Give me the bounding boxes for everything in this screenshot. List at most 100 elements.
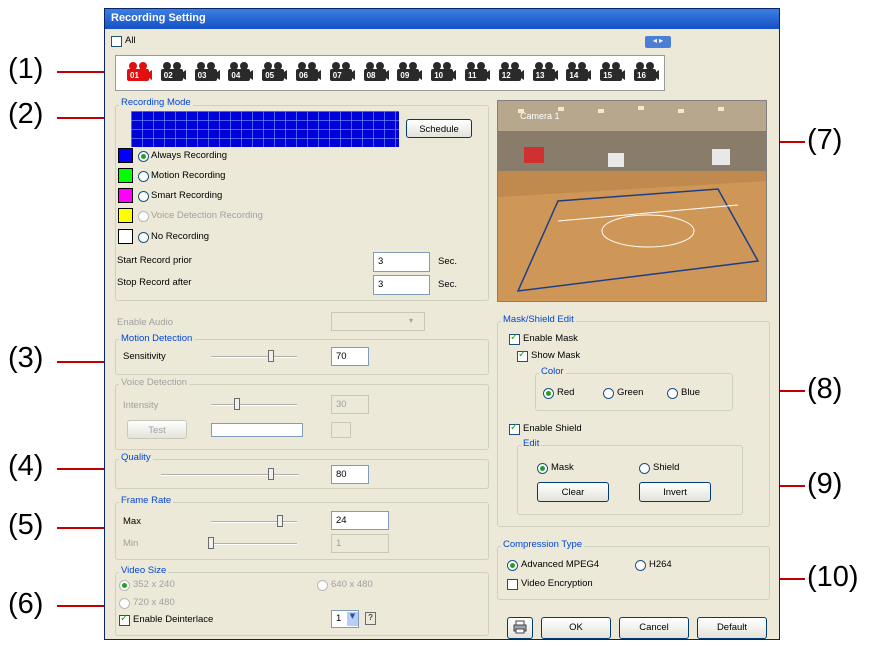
color-blue-radio[interactable] [667, 388, 678, 399]
h264-radio[interactable] [635, 560, 646, 571]
help-icon[interactable]: ? [365, 612, 376, 625]
always-color-swatch [118, 148, 133, 163]
callout-1: (1) [8, 53, 44, 85]
enable-mask-label: Enable Mask [523, 333, 578, 344]
enable-deinterlace-label: Enable Deinterlace [133, 614, 214, 625]
voice-detection-group [115, 384, 489, 450]
color-red-radio[interactable] [543, 388, 554, 399]
camera-04-button[interactable]: 04 [225, 61, 254, 85]
camera-12-button[interactable]: 12 [496, 61, 524, 85]
deinterlace-chevron-down-icon[interactable]: ▼ [347, 612, 358, 626]
color-green-radio[interactable] [603, 388, 614, 399]
camera-16-button[interactable]: 16 [631, 61, 659, 85]
camera-15-button[interactable]: 15 [597, 61, 626, 85]
camera-number: 13 [535, 71, 545, 80]
start-record-prior-input[interactable]: 3 [373, 252, 430, 272]
quality-value[interactable]: 80 [331, 465, 369, 484]
max-slider-thumb[interactable] [276, 515, 283, 527]
intensity-slider-thumb[interactable] [233, 398, 240, 410]
show-mask-checkbox[interactable] [517, 349, 528, 362]
stop-record-after-input[interactable]: 3 [373, 275, 430, 295]
callout-6: (6) [8, 588, 44, 620]
camera-11-button[interactable]: 11 [462, 61, 490, 85]
schedule-button[interactable]: Schedule [406, 119, 472, 138]
sensitivity-slider-thumb[interactable] [268, 350, 275, 362]
camera-07-button[interactable]: 07 [327, 61, 355, 85]
voice-recording-label: Voice Detection Recording [151, 210, 263, 221]
camera-number: 16 [637, 71, 646, 80]
frame-rate-label: Frame Rate [119, 495, 174, 506]
camera-01-button[interactable]: 01 [124, 61, 152, 85]
all-checkbox[interactable] [111, 36, 122, 47]
audio-chevron-down-icon[interactable]: ▾ [409, 316, 413, 325]
edit-shield-radio[interactable] [639, 463, 650, 474]
always-recording-radio[interactable] [138, 151, 149, 162]
voice-recording-radio[interactable] [138, 211, 149, 222]
min-slider-thumb[interactable] [208, 537, 214, 549]
callout-7: (7) [807, 124, 843, 156]
enable-shield-checkbox[interactable] [509, 422, 520, 435]
camera-number: 03 [197, 71, 207, 80]
intensity-slider-track[interactable] [211, 404, 297, 406]
smart-recording-radio[interactable] [138, 191, 149, 202]
frame-rate-min-value[interactable]: 1 [331, 534, 389, 553]
camera-09-button[interactable]: 09 [394, 61, 423, 85]
callout-5: (5) [8, 509, 44, 541]
start-sec-unit: Sec. [438, 256, 458, 267]
video-size-720-radio[interactable] [119, 598, 130, 609]
quality-slider-thumb[interactable] [268, 468, 275, 480]
video-size-label: Video Size [119, 565, 169, 576]
camera-02-button[interactable]: 02 [158, 61, 186, 85]
camera-nav-arrows-icon[interactable]: ◂ ▸ [645, 36, 671, 48]
printer-icon[interactable] [507, 617, 533, 639]
camera-number: 12 [501, 71, 511, 80]
window-title: Recording Setting [105, 9, 779, 29]
default-button[interactable]: Default [697, 617, 767, 639]
no-recording-radio[interactable] [138, 232, 149, 243]
clear-button[interactable]: Clear [537, 482, 609, 502]
invert-button[interactable]: Invert [639, 482, 711, 502]
sensitivity-slider-track[interactable] [211, 356, 297, 358]
edit-mask-radio[interactable] [537, 463, 548, 474]
voice-color-swatch [118, 208, 133, 223]
camera-preview[interactable]: Camera 1 [497, 100, 767, 302]
intensity-value[interactable]: 30 [331, 395, 369, 414]
advanced-mpeg4-radio[interactable] [507, 560, 518, 571]
camera-05-button[interactable]: 05 [259, 61, 288, 85]
video-size-640-radio[interactable] [317, 580, 328, 591]
enable-shield-label: Enable Shield [523, 423, 582, 434]
camera-number: 11 [468, 71, 477, 80]
camera-10-button[interactable]: 10 [428, 61, 457, 85]
ok-button[interactable]: OK [541, 617, 611, 639]
min-slider-track[interactable] [211, 543, 297, 545]
video-size-720-label: 720 x 480 [133, 597, 175, 608]
edit-shield-label: Shield [653, 462, 680, 473]
gym-preview-image [498, 101, 766, 301]
camera-08-button[interactable]: 08 [361, 61, 389, 85]
sensitivity-value[interactable]: 70 [331, 347, 369, 366]
color-label: Color [539, 366, 566, 377]
motion-color-swatch [118, 168, 133, 183]
recording-setting-window: Recording Setting All ◂ ▸ 01 02 03 04 05 06 07… [104, 8, 780, 640]
callout-3: (3) [8, 342, 44, 374]
frame-rate-max-value[interactable]: 24 [331, 511, 389, 530]
cancel-button[interactable]: Cancel [619, 617, 689, 639]
video-encryption-checkbox[interactable] [507, 579, 518, 590]
edit-label: Edit [521, 438, 542, 449]
smart-recording-label: Smart Recording [151, 190, 223, 201]
camera-06-button[interactable]: 06 [293, 61, 321, 85]
camera-14-button[interactable]: 14 [563, 61, 592, 85]
enable-mask-checkbox[interactable] [509, 332, 520, 345]
max-slider-track[interactable] [211, 521, 297, 523]
camera-13-button[interactable]: 13 [530, 61, 558, 85]
schedule-grid[interactable] [131, 111, 399, 147]
motion-recording-radio[interactable] [138, 171, 149, 182]
video-encryption-label: Video Encryption [521, 578, 593, 589]
intensity-label: Intensity [123, 400, 159, 411]
motion-detection-label: Motion Detection [119, 333, 195, 344]
camera-03-button[interactable]: 03 [192, 61, 220, 85]
video-size-352-radio[interactable] [119, 580, 130, 591]
quality-slider-track[interactable] [161, 474, 299, 476]
enable-deinterlace-checkbox[interactable] [119, 613, 130, 626]
test-button[interactable]: Test [127, 420, 187, 439]
